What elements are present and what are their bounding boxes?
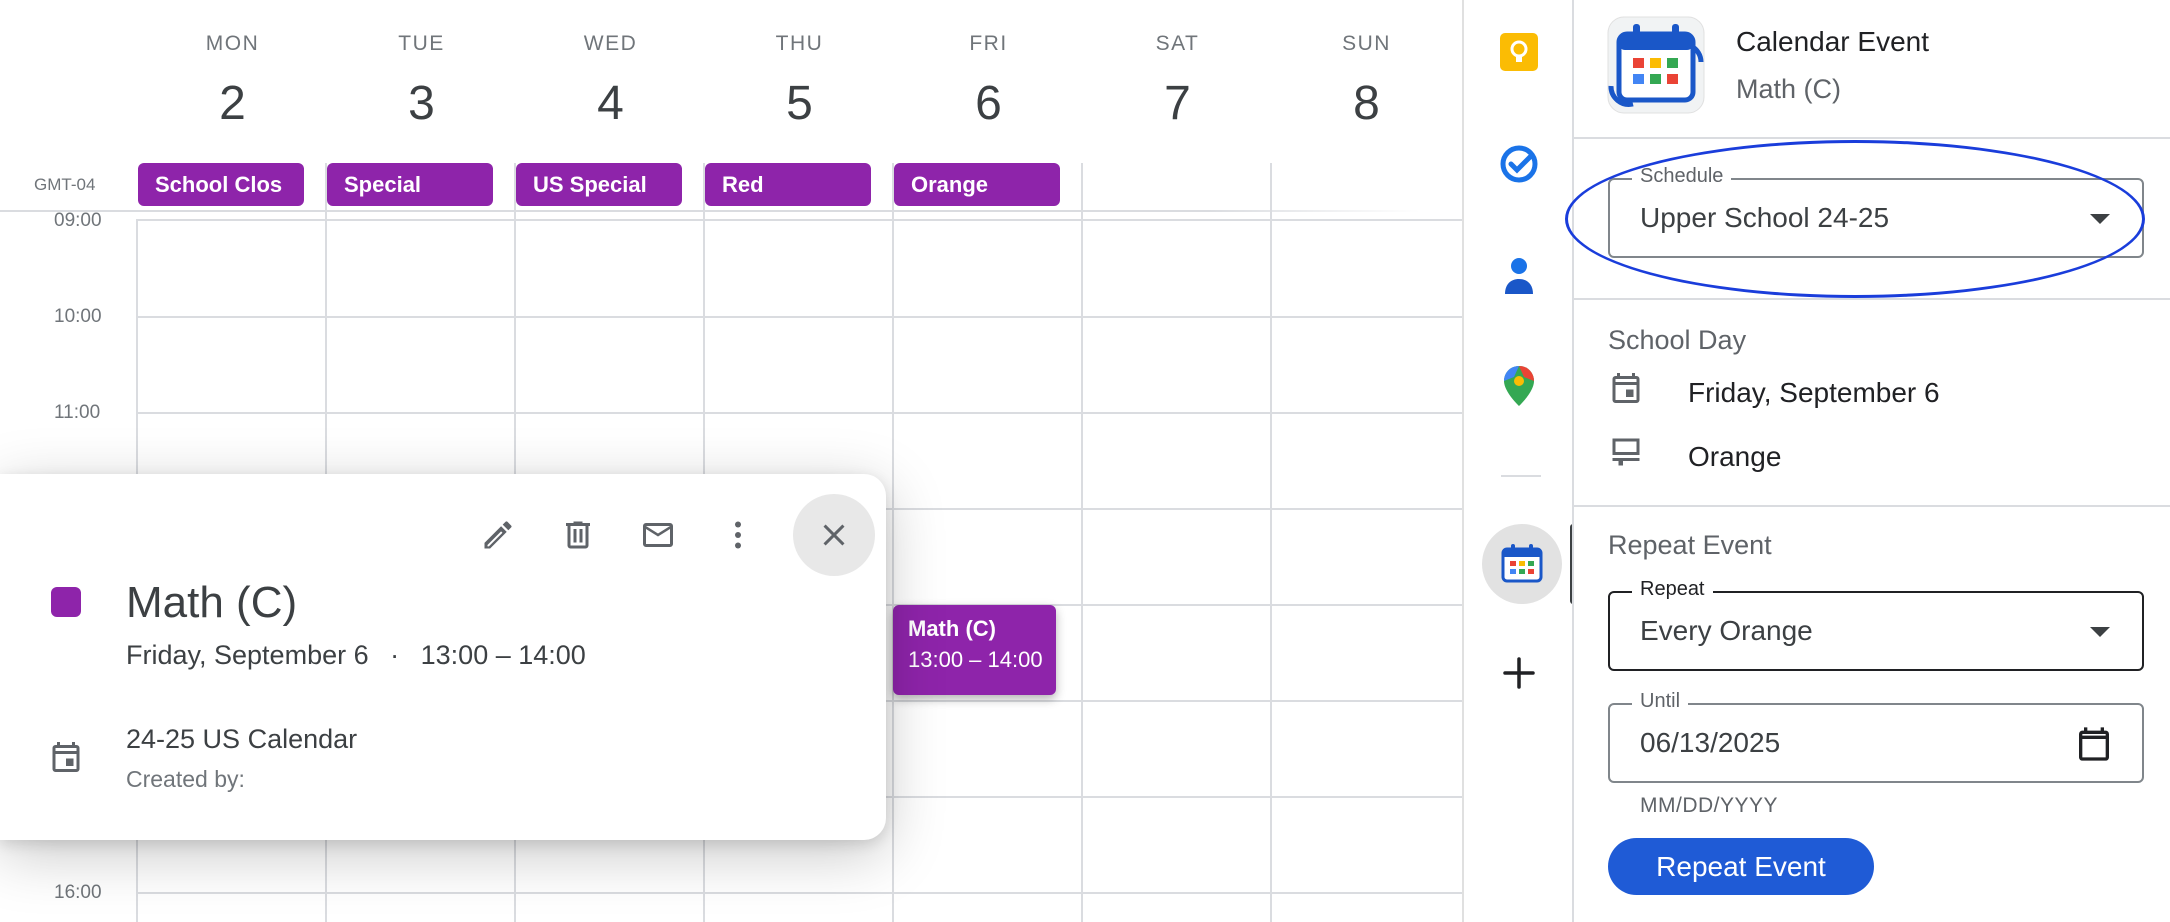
- all-day-event[interactable]: School Clos: [138, 163, 304, 206]
- pencil-icon: [484, 521, 512, 549]
- day-divider: [892, 163, 894, 922]
- tasks-button[interactable]: [1464, 142, 1574, 186]
- calendar-addon-icon: [1501, 544, 1543, 583]
- popup-event-date: Friday, September 6: [126, 640, 369, 670]
- all-day-event[interactable]: Red: [705, 163, 871, 206]
- day-name: WED: [583, 32, 638, 55]
- schedule-value: Upper School 24-25: [1640, 202, 1890, 233]
- chevron-down-icon: [2090, 627, 2110, 637]
- addon-logo: [1607, 16, 1705, 114]
- repeat-event-button[interactable]: Repeat Event: [1608, 838, 1874, 895]
- popup-event-datetime: Friday, September 6 · 13:00 – 14:00: [126, 640, 586, 671]
- repeat-label: Repeat: [1632, 578, 1713, 601]
- event-color-swatch: [51, 587, 81, 617]
- all-day-divider: [0, 210, 1420, 212]
- event-block-math[interactable]: Math (C) 13:00 – 14:00: [893, 605, 1056, 695]
- email-guests-button[interactable]: [627, 504, 689, 566]
- contacts-icon: [1505, 258, 1533, 294]
- day-divider: [1270, 163, 1272, 922]
- hour-line: [136, 316, 1462, 318]
- day-number[interactable]: 5: [705, 76, 894, 131]
- rail-divider: [1501, 475, 1541, 477]
- hour-line: [136, 219, 1462, 221]
- all-day-event[interactable]: US Special: [516, 163, 682, 206]
- separator-dot: ·: [390, 640, 400, 670]
- hour-line: [136, 412, 1462, 414]
- event-time: 13:00 – 14:00: [908, 647, 1043, 672]
- day-name: THU: [775, 32, 824, 55]
- popup-event-time: 13:00 – 14:00: [420, 640, 586, 670]
- day-name: MON: [205, 32, 260, 55]
- schedule-dropdown[interactable]: Schedule Upper School 24-25: [1608, 165, 2144, 258]
- close-icon: [823, 524, 845, 546]
- addon-event-name: Math (C): [1736, 74, 1842, 104]
- day-name: SAT: [1155, 32, 1200, 55]
- day-divider: [1081, 163, 1083, 922]
- day-name: FRI: [969, 32, 1008, 55]
- close-button[interactable]: [793, 494, 875, 576]
- date-picker-icon[interactable]: [2074, 724, 2114, 769]
- day-number[interactable]: 3: [327, 76, 516, 131]
- time-label: 10:00: [54, 306, 102, 327]
- edit-button[interactable]: [467, 504, 529, 566]
- popup-event-title: Math (C): [126, 578, 298, 627]
- school-day-rotation: Orange: [1688, 441, 1782, 472]
- until-label: Until: [1632, 690, 1689, 713]
- chevron-down-icon: [2090, 214, 2110, 224]
- maps-icon: [1504, 366, 1534, 406]
- hour-line: [136, 892, 1462, 894]
- day-number[interactable]: 2: [138, 76, 327, 131]
- popup-created-by: Created by:: [126, 766, 245, 792]
- section-divider: [1574, 298, 2170, 300]
- add-icon: [1503, 657, 1535, 689]
- trash-icon: [566, 521, 590, 549]
- popup-calendar-name: 24-25 US Calendar: [126, 724, 358, 754]
- repeat-value: Every Orange: [1640, 615, 1813, 646]
- all-day-event[interactable]: Special: [327, 163, 493, 206]
- time-label: 09:00: [54, 210, 102, 231]
- day-rotation-icon: [1608, 434, 1644, 475]
- calendar-icon: [48, 739, 84, 780]
- day-number[interactable]: 6: [894, 76, 1083, 131]
- section-divider: [1574, 505, 2170, 507]
- day-name: SUN: [1342, 32, 1391, 55]
- section-divider: [1574, 137, 2170, 139]
- delete-button[interactable]: [547, 504, 609, 566]
- day-number[interactable]: 8: [1272, 76, 1461, 131]
- maps-button[interactable]: [1464, 364, 1574, 408]
- day-name: TUE: [398, 32, 445, 55]
- side-app-rail: [1462, 0, 1576, 922]
- contacts-button[interactable]: [1464, 256, 1574, 296]
- event-details-popup: Math (C) Friday, September 6 · 13:00 – 1…: [0, 474, 886, 840]
- school-day-heading: School Day: [1608, 325, 1747, 355]
- calendar-today-icon: [1608, 370, 1644, 411]
- calendar-addon-button[interactable]: [1482, 524, 1562, 604]
- addon-panel: Calendar Event Math (C) Schedule Upper S…: [1572, 0, 2170, 922]
- day-number[interactable]: 4: [516, 76, 705, 131]
- add-addon-button[interactable]: [1464, 656, 1574, 690]
- until-date-input[interactable]: Until 06/13/2025: [1608, 690, 2144, 783]
- school-day-date: Friday, September 6: [1688, 377, 1940, 408]
- more-vert-icon: [735, 521, 741, 549]
- more-options-button[interactable]: [707, 504, 769, 566]
- keep-icon: [1500, 33, 1538, 71]
- schedule-label: Schedule: [1632, 165, 1732, 188]
- day-number[interactable]: 7: [1083, 76, 1272, 131]
- tasks-icon: [1500, 145, 1538, 183]
- time-label: 11:00: [54, 402, 101, 423]
- keep-button[interactable]: [1464, 32, 1574, 72]
- repeat-event-heading: Repeat Event: [1608, 530, 1772, 560]
- event-title: Math (C): [908, 616, 996, 641]
- until-value: 06/13/2025: [1640, 727, 1781, 758]
- mail-icon: [643, 523, 673, 547]
- timezone-label: GMT-04: [34, 175, 96, 194]
- time-label: 16:00: [54, 882, 102, 903]
- date-format-hint: MM/DD/YYYY: [1640, 794, 1779, 817]
- all-day-event[interactable]: Orange: [894, 163, 1060, 206]
- addon-title: Calendar Event: [1736, 26, 1930, 57]
- repeat-dropdown[interactable]: Repeat Every Orange: [1608, 578, 2144, 671]
